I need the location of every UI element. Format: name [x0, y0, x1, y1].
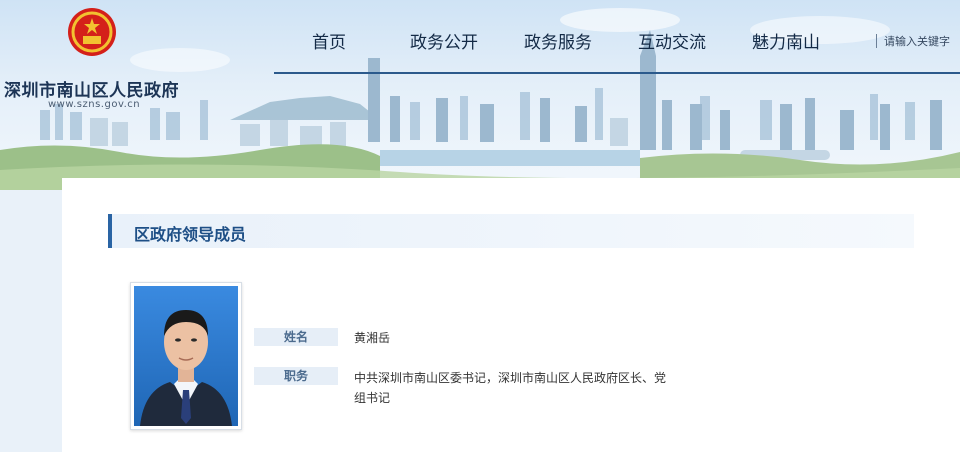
section-header: 区政府领导成员 [108, 214, 914, 248]
site-url: www.szns.gov.cn [48, 99, 141, 110]
search-input[interactable] [884, 32, 960, 50]
nav-government-services[interactable]: 政务服务 [524, 28, 592, 53]
header-banner: 深圳市南山区人民政府 www.szns.gov.cn 首页 政务公开 政务服务 … [0, 0, 960, 190]
leader-name: 黄湘岳 [354, 331, 391, 345]
nav-divider [876, 34, 877, 48]
nav-interaction[interactable]: 互动交流 [638, 28, 706, 53]
leader-position-line2: 组书记 [354, 391, 391, 405]
site-name[interactable]: 深圳市南山区人民政府 [4, 76, 179, 101]
nav-government-affairs-disclosure[interactable]: 政务公开 [410, 28, 478, 53]
section-title: 区政府领导成员 [134, 225, 247, 244]
content-panel: 区政府领导成员 姓名 黄湘岳 职务 中共深圳市南山区委书记，深圳市南山区人民政府… [62, 178, 960, 452]
leader-position-line1: 中共深圳市南山区委书记，深圳市南山区人民政府区长、党 [354, 371, 667, 385]
leader-portrait [134, 286, 238, 426]
national-emblem-icon [68, 8, 116, 56]
name-label: 姓名 [254, 328, 338, 346]
nav-home[interactable]: 首页 [312, 28, 346, 53]
nav-charm-nanshan[interactable]: 魅力南山 [752, 28, 820, 53]
position-label: 职务 [254, 367, 338, 385]
main-navigation: 首页 政务公开 政务服务 互动交流 魅力南山 [274, 28, 960, 74]
leader-photo-frame [130, 282, 242, 430]
